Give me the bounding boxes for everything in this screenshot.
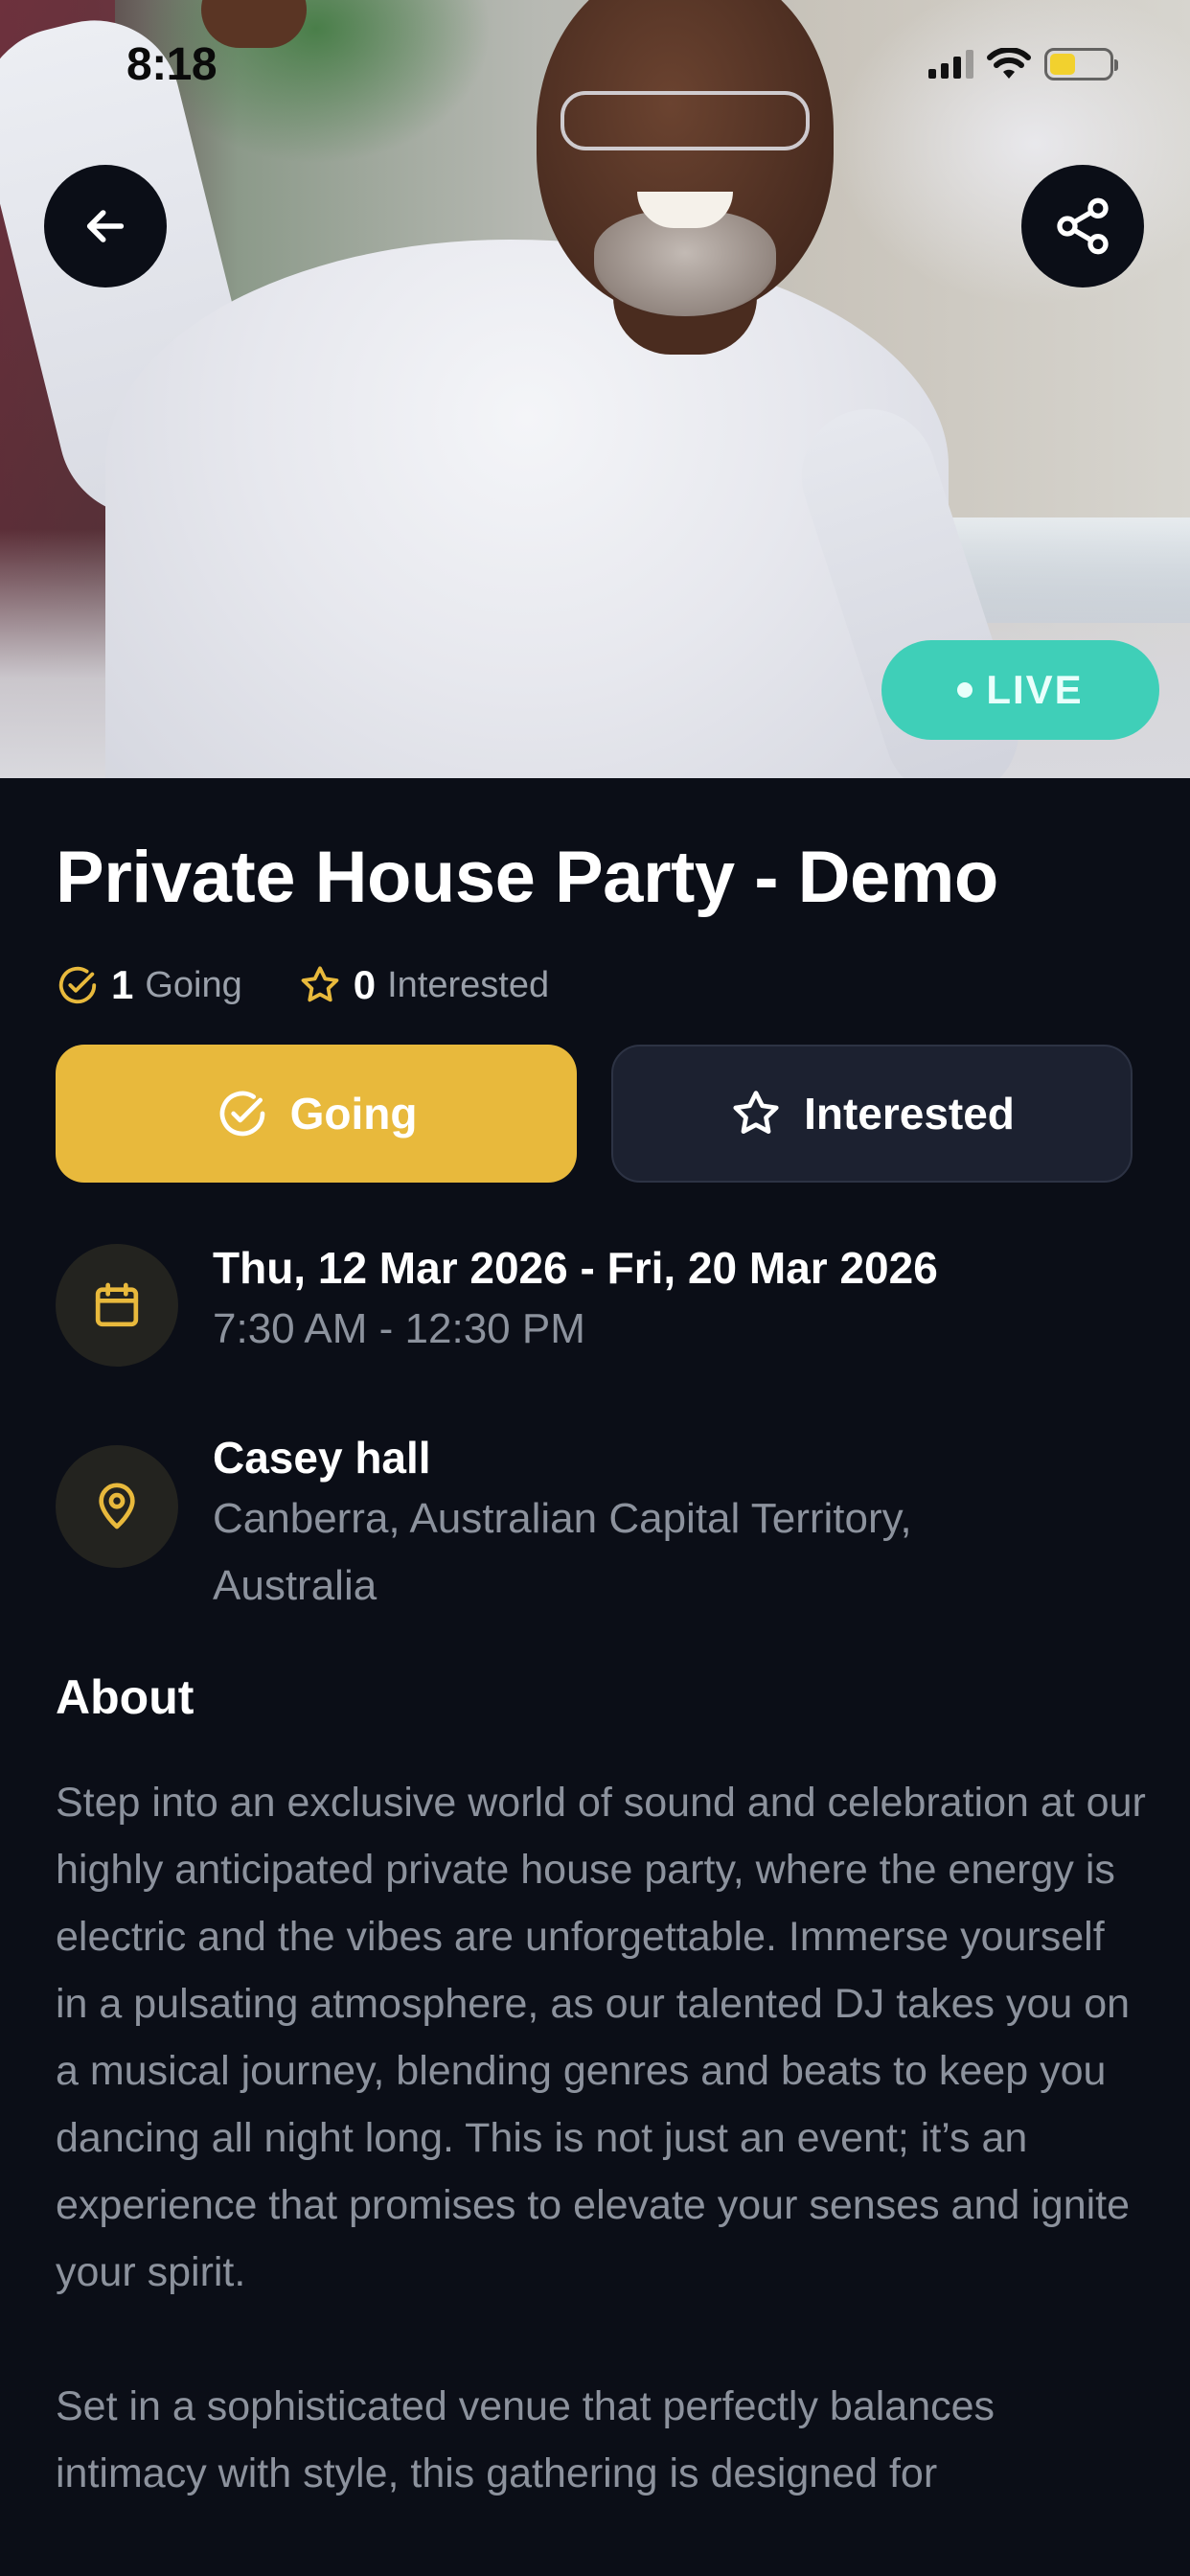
battery-icon xyxy=(1044,48,1118,80)
going-button[interactable]: Going xyxy=(56,1045,577,1183)
check-circle-icon xyxy=(219,1091,264,1137)
calendar-icon xyxy=(95,1282,139,1327)
map-pin-icon xyxy=(99,1483,135,1530)
about-description: Step into an exclusive world of sound an… xyxy=(56,1769,1148,2574)
venue-address: Canberra, Australian Capital Territory, … xyxy=(213,1495,912,1609)
about-heading: About xyxy=(56,1670,195,1724)
hero-person-glasses xyxy=(561,91,810,150)
interested-count-label: Interested xyxy=(387,964,550,1005)
calendar-icon-badge xyxy=(56,1244,178,1367)
location-text: Casey hall Canberra, Australian Capital … xyxy=(213,1430,1056,1620)
going-stat: 1 Going xyxy=(56,962,242,1008)
location-icon-badge xyxy=(56,1445,178,1568)
star-icon xyxy=(301,966,339,1002)
cellular-signal-icon xyxy=(928,50,973,79)
going-button-label: Going xyxy=(289,1089,418,1138)
about-paragraph: Step into an exclusive world of sound an… xyxy=(56,1780,1146,2295)
live-badge: LIVE xyxy=(881,640,1159,740)
interested-count: 0 xyxy=(353,962,377,1007)
live-badge-label: LIVE xyxy=(986,667,1084,712)
star-icon xyxy=(733,1091,779,1134)
battery-level xyxy=(1050,54,1075,75)
status-bar-time: 8:18 xyxy=(126,39,217,90)
wifi-icon xyxy=(987,48,1031,79)
interested-button[interactable]: Interested xyxy=(611,1045,1133,1183)
event-date-range: Thu, 12 Mar 2026 - Fri, 20 Mar 2026 xyxy=(213,1243,938,1293)
share-icon xyxy=(1057,197,1109,255)
event-title: Private House Party - Demo xyxy=(56,837,998,918)
event-hero-image: 8:18 LIVE xyxy=(0,0,1190,778)
event-time-range: 7:30 AM - 12:30 PM xyxy=(213,1305,585,1352)
back-button[interactable] xyxy=(44,165,167,288)
going-count-label: Going xyxy=(145,964,242,1005)
live-dot-icon xyxy=(957,682,973,698)
status-bar-icons xyxy=(928,48,1118,80)
interested-button-label: Interested xyxy=(804,1089,1015,1138)
hero-person-fist xyxy=(201,0,307,48)
event-stats: 1 Going 0 Interested xyxy=(56,962,549,1008)
arrow-left-icon xyxy=(86,210,125,242)
event-details: Private House Party - Demo 1 Going 0 Int… xyxy=(0,778,1190,2576)
check-circle-icon xyxy=(58,966,97,1004)
schedule-text: Thu, 12 Mar 2026 - Fri, 20 Mar 2026 7:30… xyxy=(213,1240,1133,1363)
share-button[interactable] xyxy=(1021,165,1144,288)
going-count: 1 xyxy=(111,962,134,1007)
interested-stat: 0 Interested xyxy=(298,962,549,1008)
venue-name: Casey hall xyxy=(213,1433,431,1483)
about-paragraph: Set in a sophisticated venue that perfec… xyxy=(56,2383,995,2496)
